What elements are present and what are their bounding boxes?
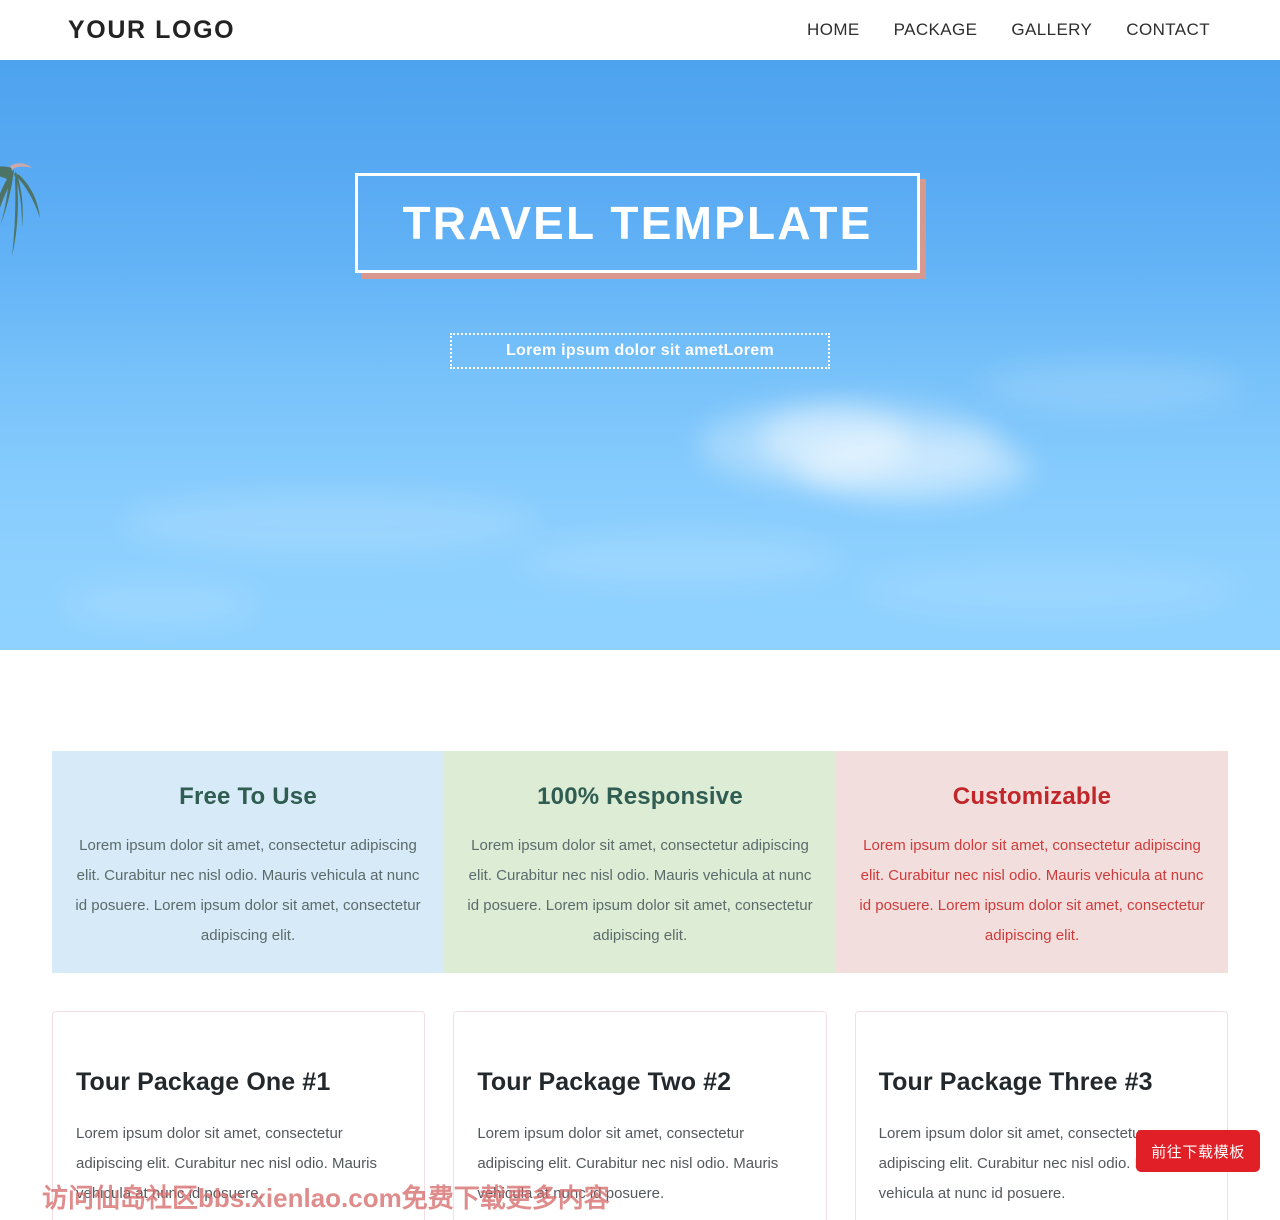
hero-banner: TRAVEL TEMPLATE Lorem ipsum dolor sit am… (0, 60, 1280, 650)
package-title: Tour Package Two #2 (477, 1068, 732, 1096)
features-section: Free To Use Lorem ipsum dolor sit amet, … (52, 751, 1228, 973)
package-title: Tour Package Three #3 (878, 1068, 1153, 1096)
feature-text: Lorem ipsum dolor sit amet, consectetur … (75, 837, 421, 944)
packages-section: Tour Package One #1 Lorem ipsum dolor si… (52, 1011, 1228, 1220)
package-text: Lorem ipsum dolor sit amet, consectetur … (76, 1125, 377, 1202)
hero-subtitle-frame: Lorem ipsum dolor sit ametLorem (450, 333, 830, 369)
hero-title: TRAVEL TEMPLATE (402, 197, 873, 249)
feature-card-customizable: Customizable Lorem ipsum dolor sit amet,… (836, 751, 1228, 973)
hero-subtitle: Lorem ipsum dolor sit ametLorem (505, 342, 774, 359)
nav-link-contact[interactable]: CONTACT (1126, 20, 1210, 40)
site-header: YOUR LOGO HOME PACKAGE GALLERY CONTACT (0, 0, 1280, 60)
feature-title: Free To Use (179, 783, 317, 810)
package-card-three[interactable]: Tour Package Three #3 Lorem ipsum dolor … (854, 1011, 1228, 1220)
feature-text: Lorem ipsum dolor sit amet, consectetur … (859, 837, 1205, 944)
package-title: Tour Package One #1 (76, 1068, 331, 1096)
feature-card-free-to-use: Free To Use Lorem ipsum dolor sit amet, … (52, 751, 444, 973)
feature-card-responsive: 100% Responsive Lorem ipsum dolor sit am… (444, 751, 836, 973)
feature-title: Customizable (952, 783, 1112, 810)
package-card-two[interactable]: Tour Package Two #2 Lorem ipsum dolor si… (453, 1011, 827, 1220)
nav-link-gallery[interactable]: GALLERY (1011, 20, 1092, 40)
nav-link-home[interactable]: HOME (807, 20, 860, 40)
package-text: Lorem ipsum dolor sit amet, consectetur … (477, 1125, 779, 1202)
download-template-button[interactable]: 前往下载模板 (1136, 1130, 1260, 1172)
hero-title-frame: TRAVEL TEMPLATE (355, 173, 920, 273)
package-card-one[interactable]: Tour Package One #1 Lorem ipsum dolor si… (52, 1011, 426, 1220)
nav-link-package[interactable]: PACKAGE (894, 20, 978, 40)
feature-text: Lorem ipsum dolor sit amet, consectetur … (467, 837, 813, 944)
hero-content: TRAVEL TEMPLATE Lorem ipsum dolor sit am… (0, 60, 1280, 650)
main-navigation: HOME PACKAGE GALLERY CONTACT (807, 20, 1210, 40)
feature-title: 100% Responsive (537, 783, 743, 810)
site-logo[interactable]: YOUR LOGO (68, 16, 235, 45)
